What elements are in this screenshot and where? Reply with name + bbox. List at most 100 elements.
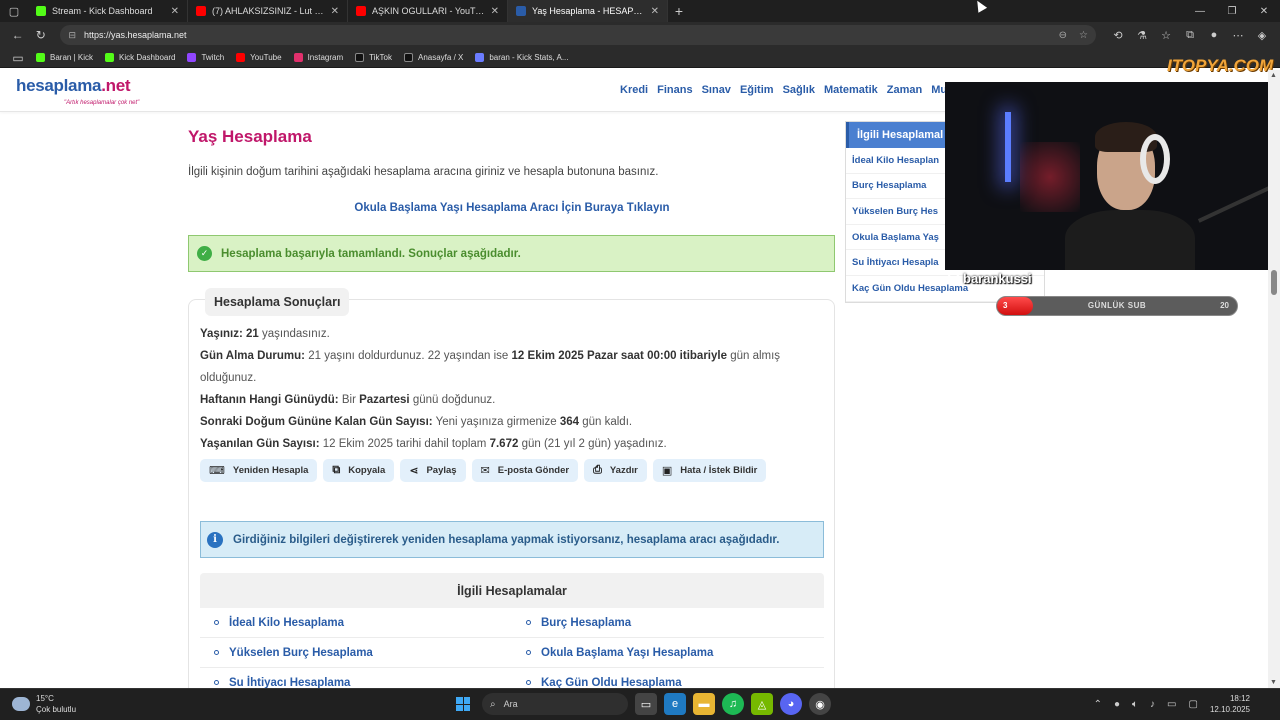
related-zodiac[interactable]: Burç Hesaplama <box>512 608 824 638</box>
tab-kick-dashboard[interactable]: Stream - Kick Dashboard ✕ <box>28 0 188 22</box>
tab-strip: ▢ Stream - Kick Dashboard ✕ (7) AHLAKSIZ… <box>0 0 1280 22</box>
logo-name: hesaplama <box>16 76 102 95</box>
search-icon: ⌕ <box>490 698 496 710</box>
minimize-icon[interactable]: — <box>1184 0 1216 22</box>
tray-overflow-icon[interactable]: ⌃ <box>1094 699 1102 710</box>
sub-label: GÜNLÜK SUB <box>1087 301 1147 310</box>
nvidia-icon[interactable]: ◬ <box>751 693 773 715</box>
close-window-icon[interactable]: ✕ <box>1248 0 1280 22</box>
nav-saglik[interactable]: Sağlık <box>783 84 815 96</box>
related-rising-sign[interactable]: Yükselen Burç Hesaplama <box>200 638 512 668</box>
bookmark-tiktok[interactable]: TikTok <box>355 53 392 62</box>
bookmark-youtube[interactable]: YouTube <box>236 53 282 62</box>
workspaces-icon[interactable]: ▢ <box>0 0 28 22</box>
refresh-icon[interactable]: ↻ <box>29 28 52 42</box>
related-title: İlgili Hesaplamalar <box>200 573 824 608</box>
bookmark-instagram[interactable]: Instagram <box>293 53 343 62</box>
network-icon[interactable]: ● <box>1114 699 1120 710</box>
site-info-icon[interactable]: ⊟ <box>68 30 76 41</box>
check-icon: ✓ <box>197 246 212 261</box>
nav-egitim[interactable]: Eğitim <box>740 84 774 96</box>
taskbar-search[interactable]: ⌕ Ara <box>482 693 628 715</box>
volume-icon[interactable]: 🔈︎ <box>1132 699 1138 710</box>
favorites-icon[interactable]: ☆ <box>1154 29 1178 42</box>
nav-kredi[interactable]: Kredi <box>620 84 648 96</box>
related-ideal-weight[interactable]: İdeal Kilo Hesaplama <box>200 608 512 638</box>
share-button[interactable]: ⋖ Paylaş <box>400 459 466 482</box>
feedback-icon: ▣ <box>661 465 673 477</box>
tab-youtube-2[interactable]: AŞKIN OGULLARI - YouTube ✕ <box>348 0 508 22</box>
start-icon[interactable] <box>452 693 474 715</box>
bullet-icon <box>214 680 219 685</box>
nav-finans[interactable]: Finans <box>657 84 692 96</box>
kick-icon <box>36 53 45 62</box>
nav-sinav[interactable]: Sınav <box>702 84 731 96</box>
bookmark-x[interactable]: Anasayfa / X <box>403 53 464 62</box>
tab-hesaplama[interactable]: Yaş Hesaplama - HESAPLAMA.NET ✕ <box>508 0 668 22</box>
notification-icon[interactable]: ▢ <box>1189 699 1198 710</box>
bookmarks-menu-icon[interactable]: ▭ <box>6 51 30 65</box>
print-button[interactable]: ⎙ Yazdır <box>584 459 647 482</box>
related-label: Okula Başlama Yaşı Hesaplama <box>541 646 714 659</box>
split-screen-icon[interactable]: ⚗ <box>1130 29 1154 42</box>
youtube-icon <box>236 53 246 62</box>
bookmark-twitch[interactable]: Twitch <box>187 53 224 62</box>
related-label: Su İhtiyacı Hesaplama <box>229 676 351 689</box>
weather-temp: 15°C <box>36 694 54 703</box>
bookmark-kick-dashboard[interactable]: Kick Dashboard <box>104 53 175 62</box>
extensions-icon[interactable]: ⟲ <box>1106 29 1130 42</box>
twitch-icon <box>187 53 197 62</box>
logo-tld: .net <box>101 76 131 95</box>
related-label: Kaç Gün Oldu Hesaplama <box>541 676 682 689</box>
reader-icon[interactable]: ⊖ <box>1059 30 1067 41</box>
file-explorer-icon[interactable]: ▬ <box>693 693 715 715</box>
back-icon[interactable]: ← <box>6 28 29 42</box>
favorite-star-icon[interactable]: ☆ <box>1079 30 1088 41</box>
school-age-link[interactable]: Okula Başlama Yaşı Hesaplama Aracı İçin … <box>188 202 836 214</box>
page-scrollbar[interactable]: ▲ ▼ <box>1268 70 1280 688</box>
copy-button[interactable]: ⧉ Kopyala <box>323 459 395 482</box>
scroll-thumb[interactable] <box>1271 270 1277 295</box>
edge-icon[interactable]: e <box>664 693 686 715</box>
copilot-icon[interactable]: ◈ <box>1250 29 1274 42</box>
bookmark-label: Anasayfa / X <box>417 53 464 62</box>
collections-icon[interactable]: ⧉ <box>1178 29 1202 42</box>
weather-widget[interactable]: 15°C Çok bulutlu <box>12 693 76 715</box>
bookmark-baran-kick[interactable]: Baran | Kick <box>36 53 93 62</box>
close-icon[interactable]: ✕ <box>491 6 499 17</box>
nav-matematik[interactable]: Matematik <box>824 84 878 96</box>
site-logo[interactable]: hesaplama.net "Artık hesaplamalar çok ne… <box>16 76 139 106</box>
close-icon[interactable]: ✕ <box>651 6 659 17</box>
bookmark-label: YouTube <box>250 53 282 62</box>
scroll-down-icon[interactable]: ▼ <box>1270 679 1277 686</box>
scroll-up-icon[interactable]: ▲ <box>1270 72 1277 79</box>
next-post: gün kaldı. <box>582 416 633 428</box>
maximize-icon[interactable]: ❐ <box>1216 0 1248 22</box>
url-field[interactable]: ⊟ https://yas.hesaplama.net ⊖ ☆ <box>60 25 1096 45</box>
email-button[interactable]: ✉ E-posta Gönder <box>471 459 579 482</box>
bookmark-kick-stats[interactable]: baran - Kick Stats, A... <box>475 53 569 62</box>
weather-condition: Çok bulutlu <box>36 705 77 714</box>
tab-youtube-1[interactable]: (7) AHLAKSIZSINIZ - Lut kavminde... ✕ <box>188 0 348 22</box>
headphones-icon <box>1140 134 1170 184</box>
clock[interactable]: 18:12 12.10.2025 <box>1210 693 1250 715</box>
profile-icon[interactable]: ● <box>1202 29 1226 42</box>
settings-icon[interactable]: ⋯ <box>1226 29 1250 42</box>
spotify-icon[interactable]: ♫ <box>722 693 744 715</box>
report-button[interactable]: ▣ Hata / İstek Bildir <box>652 459 767 482</box>
discord-icon[interactable]: ◕ <box>780 693 802 715</box>
next-pre: Yeni yaşınıza girmenize <box>435 416 557 428</box>
recalculate-button[interactable]: ⌨ Yeniden Hesapla <box>200 459 318 482</box>
obs-icon[interactable]: ◉ <box>809 693 831 715</box>
task-view-icon[interactable]: ▭ <box>635 693 657 715</box>
new-tab-button[interactable]: + <box>668 3 690 19</box>
mic-icon[interactable]: ♪ <box>1150 699 1155 710</box>
close-icon[interactable]: ✕ <box>331 6 339 17</box>
nav-zaman[interactable]: Zaman <box>887 84 922 96</box>
related-school-age[interactable]: Okula Başlama Yaşı Hesaplama <box>512 638 824 668</box>
screen: { "browser": { "tabs": [ {"title": "Stre… <box>0 0 1280 720</box>
display-icon[interactable]: ▭ <box>1167 699 1176 710</box>
clock-date: 12.10.2025 <box>1209 705 1250 714</box>
lived-post: gün (21 yıl 2 gün) yaşadınız. <box>521 438 667 450</box>
close-icon[interactable]: ✕ <box>171 6 179 17</box>
